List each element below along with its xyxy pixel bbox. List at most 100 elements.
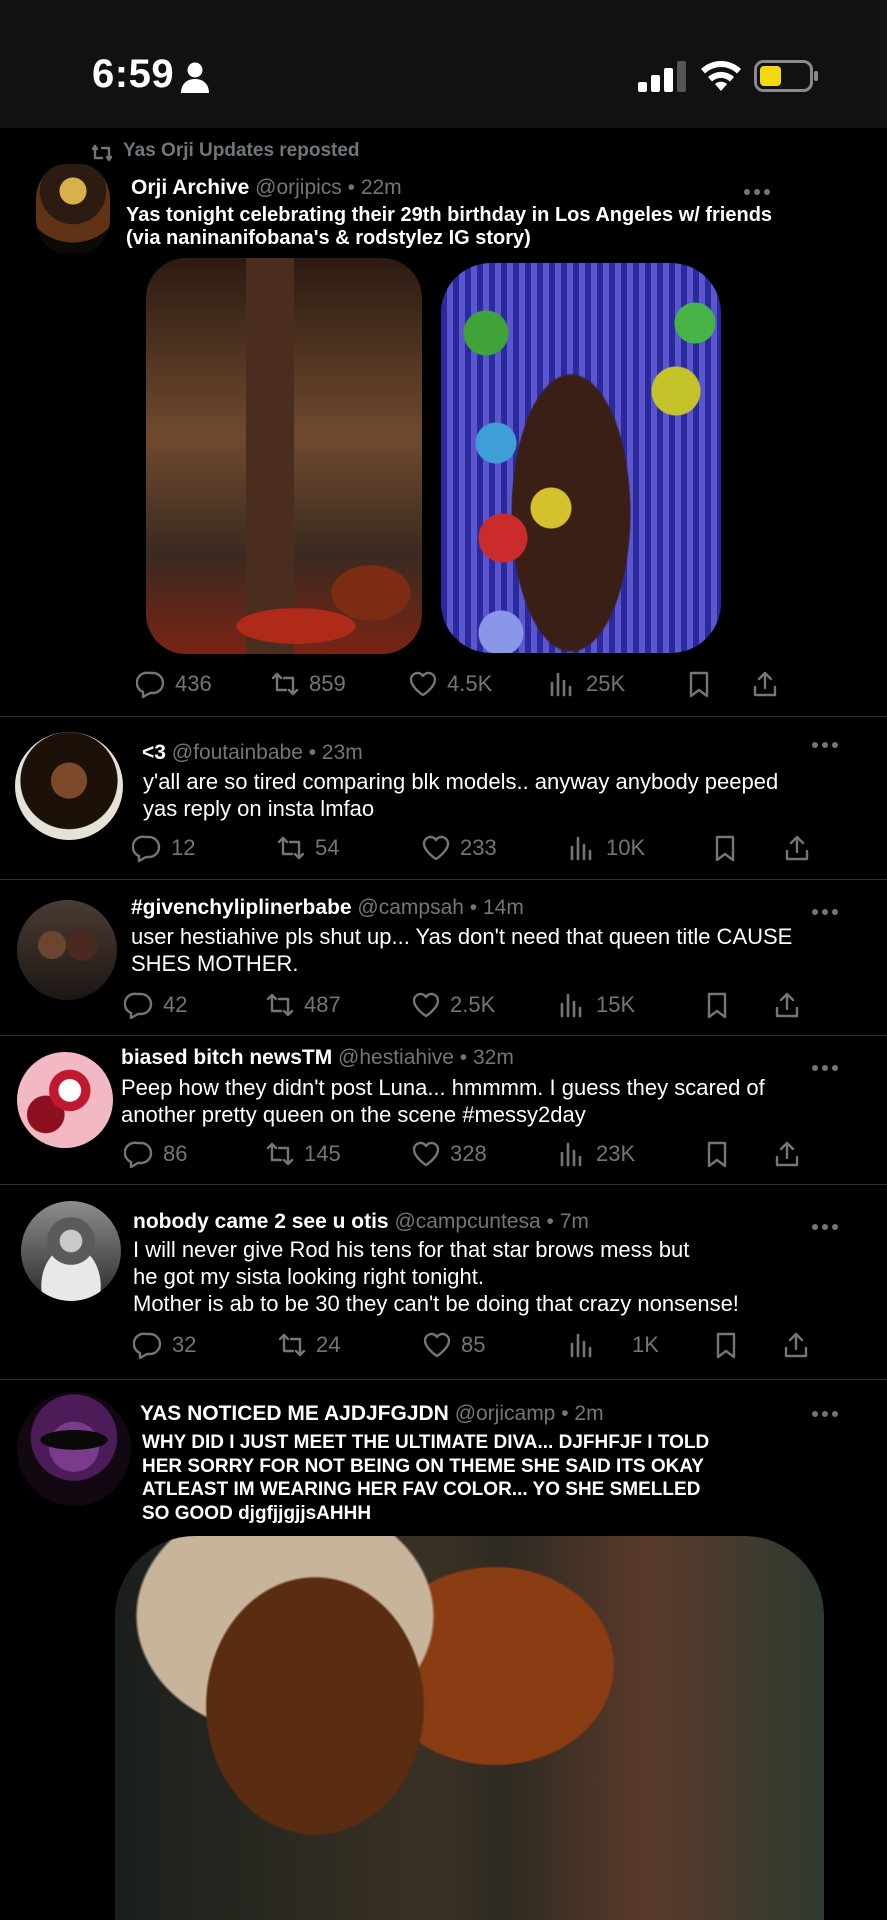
display-name[interactable]: biased bitch newsTM <box>121 1046 332 1069</box>
display-name[interactable]: Orji Archive <box>131 176 249 199</box>
views-icon <box>570 1333 592 1358</box>
more-options-icon[interactable] <box>812 1058 842 1071</box>
post-header: biased bitch newsTM @hestiahive • 32m <box>121 1046 514 1070</box>
share-button[interactable] <box>781 1327 811 1363</box>
repost-button[interactable]: 54 <box>276 830 339 866</box>
repost-icon <box>271 672 299 696</box>
repost-count: 859 <box>309 671 346 696</box>
share-icon <box>775 1141 799 1167</box>
display-name[interactable]: #givenchyliplinerbabe <box>131 896 352 919</box>
post-text: I will never give Rod his tens for that … <box>133 1237 739 1316</box>
like-button[interactable]: 85 <box>422 1327 485 1363</box>
reply-icon <box>133 1332 162 1360</box>
bookmark-button[interactable] <box>702 1136 732 1172</box>
display-name[interactable]: YAS NOTICED ME AJDJFGJDN <box>140 1402 449 1425</box>
display-name[interactable]: nobody came 2 see u otis <box>133 1210 389 1233</box>
user-handle[interactable]: @foutainbabe <box>172 741 303 764</box>
reply-count: 436 <box>175 671 212 696</box>
share-icon <box>753 671 777 697</box>
post-time: • 7m <box>546 1210 589 1233</box>
user-handle[interactable]: @campcuntesa <box>394 1210 540 1233</box>
post-text: WHY DID I JUST MEET THE ULTIMATE DIVA...… <box>142 1432 710 1524</box>
post-header: Orji Archive @orjipics • 22m <box>131 176 402 200</box>
more-options-icon[interactable] <box>812 902 842 915</box>
view-count: 10K <box>606 835 646 860</box>
repost-banner: Yas Orji Updates reposted <box>123 140 360 161</box>
avatar[interactable] <box>17 1052 113 1148</box>
reply-button[interactable]: 86 <box>124 1136 187 1172</box>
post-4[interactable]: biased bitch newsTM @hestiahive • 32m Pe… <box>0 1036 887 1184</box>
display-name[interactable]: <3 <box>142 741 166 764</box>
post-time: • 22m <box>347 176 402 199</box>
repost-icon <box>91 144 113 162</box>
share-button[interactable] <box>772 1136 802 1172</box>
repost-button[interactable]: 24 <box>277 1327 340 1363</box>
views-button[interactable]: 15K <box>557 987 635 1023</box>
post-time: • 14m <box>469 896 524 919</box>
views-button[interactable]: 25K <box>547 666 625 702</box>
post-header: <3 @foutainbabe • 23m <box>142 741 363 765</box>
post-2[interactable]: <3 @foutainbabe • 23m y'all are so tired… <box>0 717 887 879</box>
post-6[interactable]: YAS NOTICED ME AJDJFGJDN @orjicamp • 2m … <box>0 1380 887 1920</box>
user-handle[interactable]: @orjipics <box>255 176 342 199</box>
like-button[interactable]: 4.5K <box>408 666 492 702</box>
views-button[interactable]: 10K <box>567 830 645 866</box>
person-icon <box>181 62 209 93</box>
repost-count: 24 <box>316 1332 341 1357</box>
more-options-icon[interactable] <box>812 735 842 748</box>
user-handle[interactable]: @campsah <box>357 896 464 919</box>
reply-count: 32 <box>172 1332 197 1357</box>
reply-button[interactable]: 42 <box>124 987 187 1023</box>
user-handle[interactable]: @hestiahive <box>338 1046 454 1069</box>
post-text: user hestiahive pls shut up... Yas don't… <box>131 924 793 976</box>
share-button[interactable] <box>772 987 802 1023</box>
repost-button[interactable]: 145 <box>265 1136 341 1172</box>
share-button[interactable] <box>750 666 780 702</box>
bookmark-button[interactable] <box>702 987 732 1023</box>
more-options-icon[interactable] <box>812 1217 842 1230</box>
like-button[interactable]: 233 <box>421 830 497 866</box>
post-1[interactable]: Yas Orji Updates reposted Orji Archive @… <box>0 128 887 716</box>
bookmark-icon <box>689 671 709 698</box>
view-count: 25K <box>586 671 626 696</box>
reply-button[interactable]: 32 <box>133 1327 196 1363</box>
repost-button[interactable]: 859 <box>270 666 346 702</box>
post-image-3[interactable] <box>115 1536 824 1920</box>
post-3[interactable]: #givenchyliplinerbabe @campsah • 14m use… <box>0 880 887 1035</box>
bookmark-icon <box>707 992 727 1019</box>
like-button[interactable]: 328 <box>411 1136 487 1172</box>
post-text: Yas tonight celebrating their 29th birth… <box>126 204 773 249</box>
user-handle[interactable]: @orjicamp <box>455 1402 556 1425</box>
more-options-icon[interactable] <box>744 182 774 195</box>
post-image-2[interactable] <box>441 263 721 653</box>
post-time: • 23m <box>308 741 363 764</box>
bookmark-button[interactable] <box>711 1327 741 1363</box>
reply-count: 86 <box>163 1141 188 1166</box>
post-image-1[interactable] <box>146 258 422 654</box>
like-count: 233 <box>460 835 497 860</box>
post-5[interactable]: nobody came 2 see u otis @campcuntesa • … <box>0 1185 887 1379</box>
battery-icon <box>754 60 818 92</box>
avatar[interactable] <box>17 900 117 1000</box>
repost-button[interactable]: 487 <box>265 987 341 1023</box>
heart-icon <box>423 1332 451 1358</box>
more-options-icon[interactable] <box>812 1404 842 1417</box>
repost-icon <box>278 1333 306 1357</box>
reply-button[interactable]: 436 <box>136 666 212 702</box>
reply-icon <box>136 671 165 699</box>
avatar[interactable] <box>17 1392 131 1506</box>
avatar[interactable] <box>21 1201 121 1301</box>
share-button[interactable] <box>782 830 812 866</box>
bookmark-button[interactable] <box>684 666 714 702</box>
repost-count: 54 <box>315 835 340 860</box>
share-icon <box>785 835 809 861</box>
bookmark-button[interactable] <box>710 830 740 866</box>
views-button[interactable]: 1K <box>567 1327 659 1363</box>
avatar[interactable] <box>36 164 110 254</box>
like-button[interactable]: 2.5K <box>411 987 495 1023</box>
avatar[interactable] <box>15 732 123 840</box>
reply-button[interactable]: 12 <box>132 830 195 866</box>
like-count: 328 <box>450 1141 487 1166</box>
reply-icon <box>124 1141 153 1169</box>
views-button[interactable]: 23K <box>557 1136 635 1172</box>
